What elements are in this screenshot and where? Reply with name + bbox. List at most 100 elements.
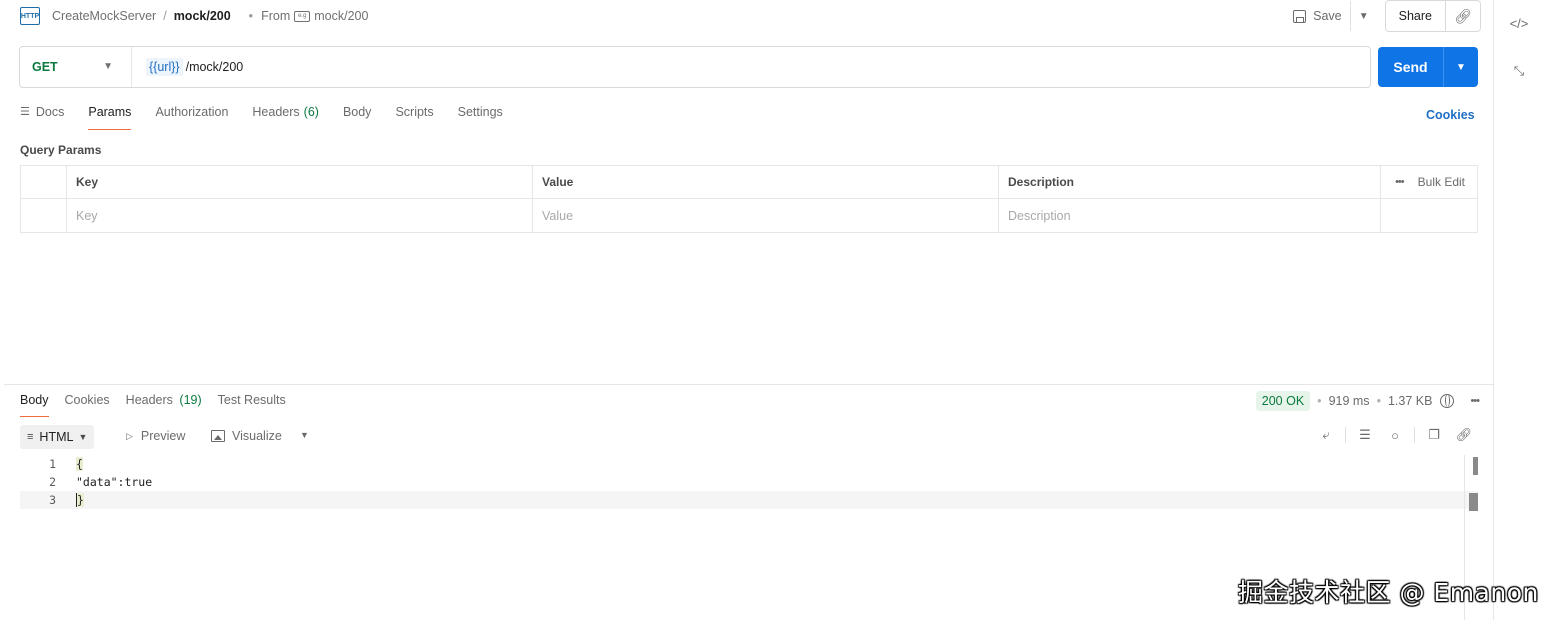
request-tabs: ☰ Docs Params Authorization Headers (6) … [20, 102, 527, 130]
tab-docs[interactable]: ☰ Docs [20, 102, 64, 130]
method-label: GET [32, 60, 58, 74]
response-tab-body[interactable]: Body [20, 390, 49, 417]
bulk-edit-cell: ••• Bulk Edit [1381, 166, 1477, 198]
watermark: 掘金技术社区 @ Emanon [1238, 578, 1539, 607]
tab-label: Params [88, 105, 132, 119]
url-input[interactable]: {{url}} /mock/200 [146, 58, 243, 76]
from-source-link[interactable]: mock/200 [314, 9, 368, 23]
tab-label: Headers [252, 105, 300, 119]
code-text: "data":true [76, 475, 153, 489]
format-select[interactable]: ≡ HTML ▼ [20, 425, 95, 449]
status-badge[interactable]: 200 OK [1255, 391, 1311, 411]
format-lines-icon: ≡ [27, 431, 34, 443]
from-label: From [261, 9, 291, 23]
tab-authorization[interactable]: Authorization [155, 102, 228, 130]
code-text: { [76, 457, 83, 471]
scrollbar-marker[interactable] [1473, 457, 1478, 475]
tab-settings[interactable]: Settings [458, 102, 503, 130]
scrollbar-cursor-marker[interactable] [1469, 493, 1478, 511]
http-request-icon: HTTP [20, 7, 40, 25]
request-header: HTTP CreateMockServer / mock/200 • From … [20, 0, 1481, 32]
breadcrumb-separator: / [163, 9, 167, 23]
send-group: Send ▼ [1378, 47, 1478, 87]
more-options-icon[interactable]: ••• [1470, 395, 1480, 407]
column-header-key: Key [67, 166, 533, 198]
tab-label: Authorization [155, 105, 229, 119]
send-options-chevron-down-icon[interactable]: ▼ [1444, 62, 1478, 73]
preview-button[interactable]: ▷ Preview [126, 429, 185, 443]
row-checkbox-cell [21, 199, 67, 232]
copy-icon[interactable]: ❐ [1419, 427, 1449, 443]
filter-icon[interactable]: ☰ [1350, 427, 1380, 443]
code-line: 2 "data":true [20, 473, 1478, 491]
save-label: Save [1313, 9, 1342, 23]
visualize-options-chevron-down-icon[interactable]: ▼ [300, 430, 309, 440]
url-bar: GET ▼ {{url}} /mock/200 [19, 46, 1371, 88]
tab-label: Test Results [217, 393, 286, 407]
code-text: } [76, 493, 84, 507]
share-button[interactable]: Share [1386, 1, 1446, 31]
save-icon [1293, 9, 1307, 23]
code-snippet-icon[interactable]: </> [1508, 12, 1530, 34]
url-path: /mock/200 [185, 60, 244, 74]
column-header-description: Description [999, 166, 1381, 198]
wrap-lines-icon[interactable]: ⤶ [1311, 427, 1341, 443]
visualize-button[interactable]: Visualize [211, 429, 282, 443]
play-icon: ▷ [126, 430, 133, 441]
table-row: Key Value Description [21, 199, 1477, 232]
collapse-icon[interactable]: ⤡ [1508, 60, 1530, 82]
right-sidebar: </> ⤡ [1493, 0, 1543, 620]
header-actions: Save ▼ Share 🔗︎ [1285, 0, 1481, 32]
image-icon [211, 430, 225, 442]
tab-scripts[interactable]: Scripts [395, 102, 433, 130]
separator-dot: • [1317, 394, 1322, 408]
visualize-label: Visualize [232, 429, 282, 443]
network-globe-icon[interactable] [1440, 394, 1455, 408]
value-input[interactable]: Value [533, 199, 999, 232]
response-tab-test-results[interactable]: Test Results [218, 390, 286, 417]
save-button[interactable]: Save [1285, 1, 1351, 31]
response-status: 200 OK • 919 ms • 1.37 KB ••• [1255, 390, 1480, 412]
chevron-down-icon: ▼ [78, 432, 88, 442]
copy-link-icon[interactable]: 🔗︎ [1446, 1, 1480, 31]
search-icon[interactable]: ○ [1380, 428, 1410, 443]
separator-dot: • [1376, 394, 1381, 408]
response-size[interactable]: 1.37 KB [1388, 394, 1432, 408]
response-tabs: Body Cookies Headers (19) Test Results [20, 390, 302, 417]
key-input[interactable]: Key [67, 199, 533, 232]
breadcrumb-collection[interactable]: CreateMockServer [52, 9, 156, 23]
code-line: 1 { [20, 455, 1478, 473]
query-params-table: Key Value Description ••• Bulk Edit Key … [20, 165, 1478, 233]
tab-body[interactable]: Body [343, 102, 372, 130]
tab-headers[interactable]: Headers (6) [252, 102, 319, 130]
column-header-value: Value [533, 166, 999, 198]
from-example: • From e.g mock/200 [249, 9, 369, 23]
code-line-current: 3 } [20, 491, 1478, 509]
response-tab-headers[interactable]: Headers (19) [126, 390, 202, 417]
line-number: 2 [49, 475, 56, 489]
response-time[interactable]: 919 ms [1329, 394, 1370, 408]
line-number: 3 [49, 493, 56, 507]
request-name[interactable]: mock/200 [174, 9, 231, 23]
url-variable[interactable]: {{url}} [146, 58, 183, 76]
tab-label: Docs [35, 105, 65, 119]
more-options-icon[interactable]: ••• [1395, 176, 1405, 188]
save-options-chevron-down-icon[interactable]: ▼ [1351, 1, 1377, 31]
method-select[interactable]: GET ▼ [20, 47, 132, 87]
tab-params[interactable]: Params [88, 102, 132, 130]
response-code-editor[interactable]: 1 { 2 "data":true 3 } [20, 455, 1478, 515]
table-header-row: Key Value Description ••• Bulk Edit [21, 166, 1477, 199]
format-label: HTML [39, 430, 74, 444]
share-group: Share 🔗︎ [1384, 0, 1481, 32]
cookies-link[interactable]: Cookies [1426, 108, 1475, 122]
pane-divider[interactable] [4, 384, 1493, 385]
copy-link-icon[interactable]: 🔗︎ [1449, 427, 1479, 443]
empty-cell [1381, 199, 1477, 232]
bulk-edit-button[interactable]: Bulk Edit [1418, 175, 1465, 189]
response-tab-cookies[interactable]: Cookies [65, 390, 110, 417]
tab-label: Settings [457, 105, 503, 119]
send-button[interactable]: Send [1378, 47, 1444, 87]
tab-count: (6) [303, 105, 319, 119]
separator-dot: • [248, 9, 254, 23]
description-input[interactable]: Description [999, 199, 1381, 232]
